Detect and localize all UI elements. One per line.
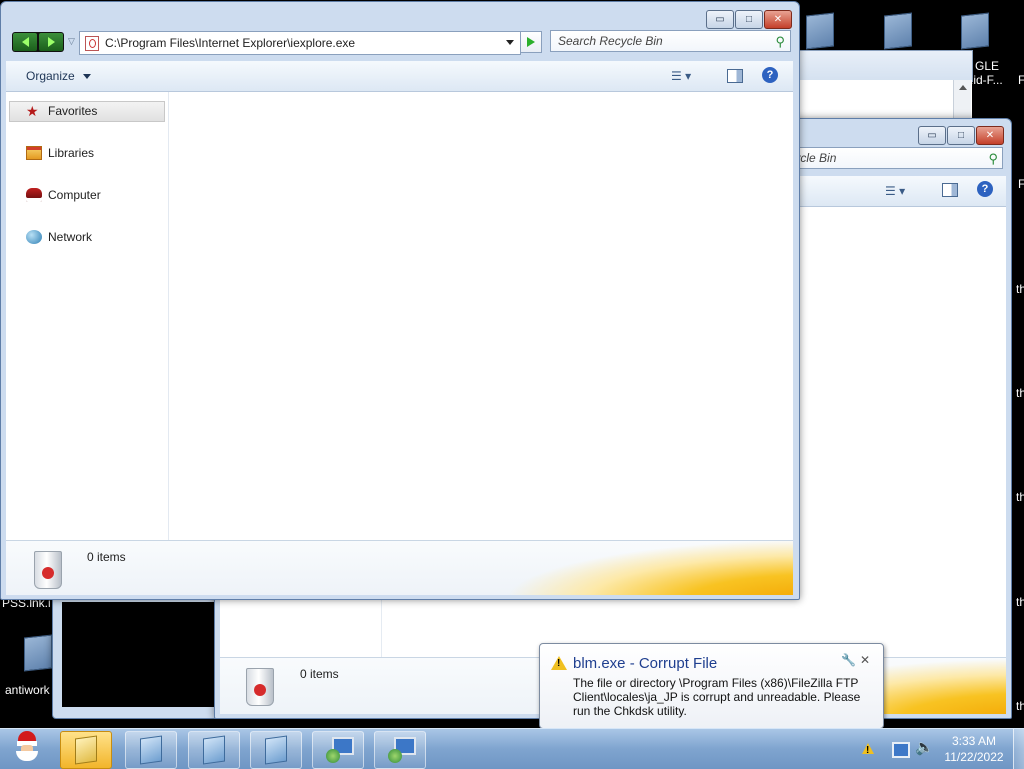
- go-arrow-icon: [527, 37, 535, 47]
- minimize-button[interactable]: ▭: [706, 10, 734, 29]
- nav-libraries[interactable]: Libraries: [26, 146, 94, 160]
- organize-menu[interactable]: Organize: [26, 69, 92, 83]
- help-icon[interactable]: ?: [977, 181, 993, 197]
- search-icon[interactable]: ⚲: [988, 151, 998, 167]
- nav-buttons: [12, 32, 64, 52]
- search-icon[interactable]: ⚲: [775, 34, 785, 50]
- minimize-button[interactable]: ▭: [918, 126, 946, 145]
- tray-volume-icon[interactable]: 🔈: [915, 738, 934, 756]
- notification-message: The file or directory \Program Files (x8…: [573, 676, 861, 718]
- taskbar-item-file[interactable]: [250, 731, 302, 769]
- forward-button[interactable]: [39, 33, 63, 51]
- nav-favorites-label: Favorites: [48, 104, 98, 118]
- background-panel: [798, 80, 972, 120]
- start-button[interactable]: [6, 729, 48, 769]
- help-icon[interactable]: ?: [762, 67, 778, 83]
- views-icon[interactable]: ☰ ▾: [671, 69, 691, 83]
- scrollbar[interactable]: [953, 80, 971, 120]
- wrench-icon[interactable]: 🔧: [841, 653, 856, 667]
- close-button[interactable]: ✕: [976, 126, 1004, 145]
- ie-page-icon: [85, 35, 99, 51]
- file-icon: [203, 735, 225, 765]
- clock-date: 11/22/2022: [944, 750, 1004, 764]
- address-bar[interactable]: C:\Program Files\Internet Explorer\iexpl…: [79, 31, 521, 55]
- file-icon: [140, 735, 162, 765]
- organize-label: Organize: [26, 69, 75, 83]
- desktop-label: th: [1016, 595, 1024, 609]
- nav-computer-label: Computer: [48, 188, 101, 202]
- desktop-file-icon[interactable]: [955, 10, 995, 50]
- desktop-label: .id-F...: [970, 73, 1003, 87]
- desktop-file-icon[interactable]: [878, 10, 918, 50]
- desktop-label: GLE: [975, 59, 1000, 73]
- preview-pane-icon[interactable]: [942, 183, 958, 197]
- tray-warning-icon[interactable]: [862, 743, 874, 756]
- recycle-bin-icon: [242, 664, 276, 706]
- desktop-label: th: [1016, 282, 1024, 296]
- background-window-top-strip: [798, 50, 973, 82]
- item-count: 0 items: [87, 550, 126, 564]
- nav-libraries-label: Libraries: [48, 146, 95, 160]
- taskbar: 🔈 3:33 AM 11/22/2022: [0, 728, 1024, 769]
- address-dropdown-icon[interactable]: [506, 40, 514, 45]
- window-black-area: [62, 602, 214, 707]
- taskbar-item-file[interactable]: [188, 731, 240, 769]
- nav-network-label: Network: [48, 230, 93, 244]
- front-explorer-window: ▭ □ ✕ ▽ C:\Program Files\Internet Explor…: [0, 1, 800, 600]
- recent-pages-icon[interactable]: ▽: [68, 36, 75, 47]
- taskbar-item-network[interactable]: [374, 731, 426, 769]
- desktop-label: th: [1016, 386, 1024, 400]
- desktop-label: th: [1016, 699, 1024, 713]
- taskbar-item-network[interactable]: [312, 731, 364, 769]
- warning-icon: [551, 656, 567, 670]
- desktop-label: F: [1018, 73, 1024, 87]
- star-icon: ★: [26, 103, 39, 119]
- notification-title: blm.exe - Corrupt File: [573, 655, 718, 672]
- forward-arrow-icon: [47, 37, 55, 47]
- preview-pane-icon[interactable]: [727, 69, 743, 83]
- file-icon: [265, 735, 287, 765]
- taskbar-item-explorer[interactable]: [60, 731, 112, 769]
- address-text[interactable]: C:\Program Files\Internet Explorer\iexpl…: [105, 36, 355, 50]
- corrupt-file-notification[interactable]: blm.exe - Corrupt File 🔧 ✕ The file or d…: [539, 643, 884, 729]
- command-bar: Organize ☰ ▾ ?: [6, 61, 793, 92]
- search-placeholder: Search Recycle Bin: [558, 34, 663, 48]
- item-count: 0 items: [300, 667, 339, 681]
- maximize-button[interactable]: □: [735, 10, 763, 29]
- close-button[interactable]: ✕: [764, 10, 792, 29]
- clock-time: 3:33 AM: [951, 734, 997, 748]
- organize-dropdown-icon: [83, 74, 92, 80]
- santa-icon: [10, 731, 44, 767]
- maximize-button[interactable]: □: [947, 126, 975, 145]
- desktop-label: antiwork: [5, 683, 50, 697]
- desktop-label: th: [1016, 490, 1024, 504]
- notification-close-button[interactable]: ✕: [860, 653, 870, 667]
- desktop-file-icon[interactable]: [800, 10, 840, 50]
- clock[interactable]: 3:33 AM 11/22/2022: [940, 733, 1008, 765]
- search-input[interactable]: Search Recycle Bin ⚲: [550, 30, 791, 52]
- computer-icon: [26, 188, 42, 202]
- taskbar-item-file[interactable]: [125, 731, 177, 769]
- tray-network-icon[interactable]: [892, 742, 910, 758]
- network-computer-icon: [324, 737, 354, 763]
- scroll-up-icon[interactable]: [958, 85, 967, 90]
- network-icon: [26, 230, 42, 244]
- nav-computer[interactable]: Computer: [26, 188, 101, 202]
- details-swoosh: [503, 541, 793, 595]
- recycle-bin-icon: [30, 547, 64, 589]
- folder-icon: [75, 735, 97, 765]
- libraries-icon: [26, 146, 42, 160]
- nav-network[interactable]: Network: [26, 230, 92, 244]
- go-button[interactable]: [520, 31, 542, 53]
- content-area: ★ Favorites Libraries Computer Network: [6, 92, 793, 540]
- back-button[interactable]: [13, 33, 37, 51]
- nav-favorites[interactable]: ★ Favorites: [26, 104, 97, 118]
- network-computer-icon: [386, 737, 416, 763]
- views-icon[interactable]: ☰ ▾: [885, 184, 905, 198]
- navigation-pane: ★ Favorites Libraries Computer Network: [6, 92, 169, 540]
- desktop-label: F: [1018, 177, 1024, 191]
- details-pane: 0 items: [6, 540, 793, 595]
- show-desktop-button[interactable]: [1013, 729, 1024, 769]
- back-arrow-icon: [21, 37, 29, 47]
